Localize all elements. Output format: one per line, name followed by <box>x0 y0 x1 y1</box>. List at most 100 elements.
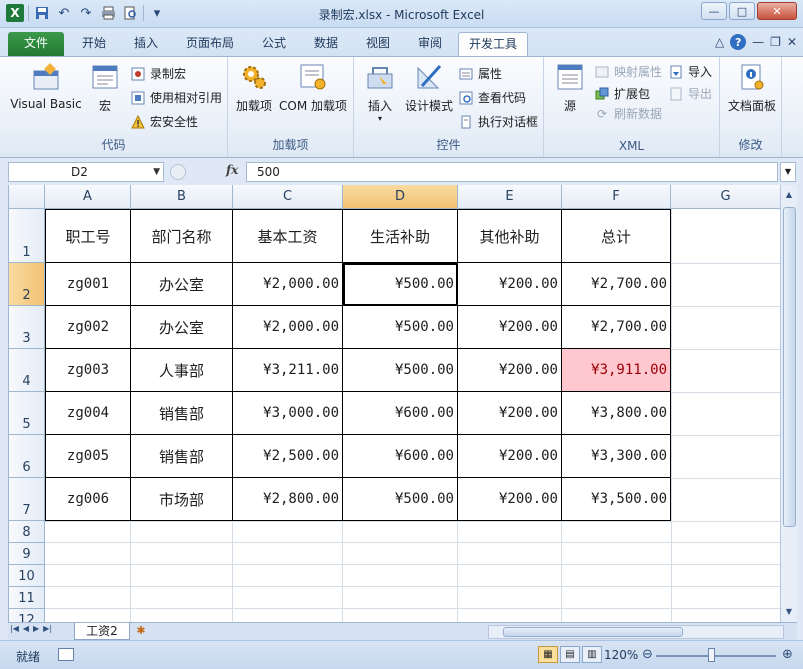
group-code: Visual Basic 宏 录制宏 使用相对引用 宏安全性 代码 <box>0 57 228 157</box>
relative-reference-icon <box>130 90 146 106</box>
window-title: 录制宏.xlsx - Microsoft Excel <box>318 8 485 22</box>
first-sheet-icon[interactable]: |◀ <box>10 624 19 633</box>
next-sheet-icon[interactable]: ▶ <box>33 624 39 633</box>
design-mode-icon <box>413 61 445 93</box>
group-label-modify: 修改 <box>738 138 763 152</box>
page-layout-view-icon[interactable]: ▤ <box>560 646 580 663</box>
properties-button[interactable]: 属性 <box>458 65 502 82</box>
close-button[interactable]: ✕ <box>757 2 797 20</box>
tab-formulas[interactable]: 公式 <box>252 32 296 56</box>
maximize-button[interactable]: □ <box>729 2 755 20</box>
minimize-ribbon-icon[interactable]: △ <box>715 35 724 49</box>
expansion-packs-button[interactable]: 扩展包 <box>594 85 650 102</box>
relative-reference-button[interactable]: 使用相对引用 <box>130 89 222 106</box>
macro-security-button[interactable]: 宏安全性 <box>130 113 198 130</box>
zoom-in-icon[interactable]: ⊕ <box>782 647 793 662</box>
addins-button[interactable]: 加载项 <box>234 61 274 114</box>
macros-button[interactable]: 宏 <box>88 61 122 114</box>
formula-cancel-icon[interactable] <box>170 164 186 180</box>
name-box[interactable]: D2 ▼ <box>8 162 164 182</box>
normal-view-icon[interactable]: ▦ <box>538 646 558 663</box>
insert-control-button[interactable]: 插入 ▾ <box>360 61 400 123</box>
com-addins-button[interactable]: COM 加载项 <box>276 61 350 114</box>
horizontal-scrollbar[interactable] <box>488 625 784 639</box>
zoom-level[interactable]: 120% <box>604 648 638 662</box>
gear-icon <box>238 61 270 93</box>
status-text: 就绪 <box>16 650 41 664</box>
group-label-code: 代码 <box>101 138 126 152</box>
help-icon[interactable]: ? <box>730 34 747 50</box>
page-break-view-icon[interactable]: ▥ <box>582 646 602 663</box>
sheet-tab-bar: |◀ ◀ ▶ ▶| 工资2 ✱ <box>8 622 797 640</box>
refresh-data-button[interactable]: ⟳ 刷新数据 <box>594 105 662 122</box>
import-icon <box>668 64 684 80</box>
properties-icon <box>458 66 474 82</box>
map-properties-button[interactable]: 映射属性 <box>594 63 662 80</box>
warning-icon <box>130 114 146 130</box>
formula-input[interactable]: 500 <box>246 162 778 182</box>
status-bar: 就绪 ▦ ▤ ▥ 120% ⊖ ⊕ <box>0 640 803 669</box>
vertical-scrollbar[interactable]: ▲ ▼ <box>780 185 797 622</box>
design-mode-button[interactable]: 设计模式 <box>402 61 456 114</box>
document-panel-icon <box>736 61 768 93</box>
tab-view[interactable]: 视图 <box>356 32 400 56</box>
xml-source-icon <box>554 61 586 93</box>
horizontal-scroll-thumb[interactable] <box>503 627 683 637</box>
tab-data[interactable]: 数据 <box>304 32 348 56</box>
run-dialog-button[interactable]: 执行对话框 <box>458 113 538 130</box>
dropdown-arrow-icon: ▾ <box>377 114 382 123</box>
export-button[interactable]: 导出 <box>668 85 712 102</box>
tab-page-layout[interactable]: 页面布局 <box>178 32 242 56</box>
macros-icon <box>89 61 121 93</box>
group-label-xml: XML <box>618 139 645 153</box>
insert-sheet-icon[interactable]: ✱ <box>132 624 150 639</box>
group-label-addins: 加载项 <box>272 138 309 152</box>
group-modify: 文档面板 修改 <box>720 57 782 157</box>
xml-source-button[interactable]: 源 <box>550 61 590 114</box>
sheet-tab-salary2[interactable]: 工资2 <box>74 623 130 640</box>
zoom-slider-knob[interactable] <box>708 648 715 662</box>
prev-sheet-icon[interactable]: ◀ <box>23 624 29 633</box>
ribbon: Visual Basic 宏 录制宏 使用相对引用 宏安全性 代码 加载项 CO… <box>0 56 803 158</box>
insert-function-icon[interactable]: fx <box>226 163 238 177</box>
group-addins: 加载项 COM 加载项 加载项 <box>228 57 354 157</box>
vertical-scroll-thumb[interactable] <box>783 207 796 527</box>
tab-insert[interactable]: 插入 <box>124 32 168 56</box>
tab-file[interactable]: 文件 <box>8 32 64 56</box>
visual-basic-button[interactable]: Visual Basic <box>6 61 86 111</box>
doc-restore-icon[interactable]: ❐ <box>770 35 781 49</box>
view-code-icon <box>458 90 474 106</box>
map-properties-icon <box>594 64 610 80</box>
doc-minimize-icon[interactable]: — <box>752 35 764 49</box>
import-button[interactable]: 导入 <box>668 63 712 80</box>
run-dialog-icon <box>458 114 474 130</box>
visual-basic-icon <box>30 61 62 93</box>
record-macro-icon <box>130 66 146 82</box>
name-box-dropdown-icon[interactable]: ▼ <box>153 163 160 181</box>
record-macro-button[interactable]: 录制宏 <box>130 65 186 82</box>
group-xml: 源 映射属性 扩展包 ⟳ 刷新数据 导入 导出 XML <box>544 57 720 157</box>
zoom-slider[interactable] <box>656 655 776 657</box>
tab-developer[interactable]: 开发工具 <box>458 32 528 56</box>
macro-record-icon[interactable] <box>58 648 74 661</box>
doc-close-icon[interactable]: ✕ <box>787 35 797 49</box>
scroll-down-icon[interactable]: ▼ <box>782 604 796 620</box>
refresh-icon: ⟳ <box>596 106 608 121</box>
tab-review[interactable]: 审阅 <box>408 32 452 56</box>
sheet-nav-buttons: |◀ ◀ ▶ ▶| <box>10 624 52 633</box>
view-code-button[interactable]: 查看代码 <box>458 89 526 106</box>
toolbox-icon <box>364 61 396 93</box>
minimize-button[interactable]: — <box>701 2 727 20</box>
scroll-up-icon[interactable]: ▲ <box>782 187 796 203</box>
tab-home[interactable]: 开始 <box>72 32 116 56</box>
group-label-controls: 控件 <box>436 138 461 152</box>
ribbon-tabs: 文件 开始 插入 页面布局 公式 数据 视图 审阅 开发工具 △ ? — ❐ ✕ <box>0 28 803 56</box>
worksheet-grid[interactable]: A B C D E F G 1 2 3 4 5 6 7 8 9 10 11 12… <box>8 185 780 622</box>
zoom-out-icon[interactable]: ⊖ <box>642 647 653 662</box>
last-sheet-icon[interactable]: ▶| <box>43 624 52 633</box>
document-panel-button[interactable]: 文档面板 <box>724 61 780 114</box>
expansion-packs-icon <box>594 86 610 102</box>
view-buttons: ▦ ▤ ▥ <box>538 646 602 663</box>
group-controls: 插入 ▾ 设计模式 属性 查看代码 执行对话框 控件 <box>354 57 544 157</box>
expand-formula-bar-icon[interactable]: ▼ <box>780 162 796 182</box>
